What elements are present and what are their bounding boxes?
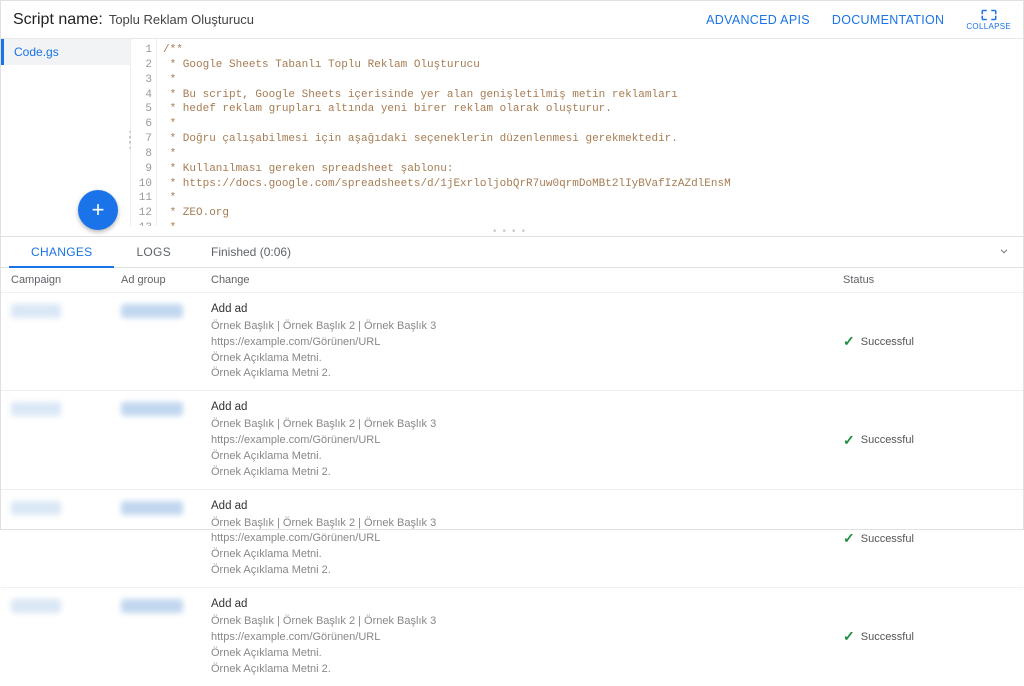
status-text: Successful (861, 533, 914, 545)
header-right: ADVANCED APIS DOCUMENTATION COLLAPSE (706, 8, 1011, 31)
change-line: Örnek Açıklama Metni 2. (211, 366, 843, 382)
code-line: * Bu script, Google Sheets içerisinde ye… (163, 89, 678, 101)
change-title: Add ad (211, 596, 843, 613)
col-header-change: Change (211, 274, 843, 286)
change-line: Örnek Açıklama Metni. (211, 646, 843, 662)
collapse-icon (980, 8, 998, 22)
change-line: https://example.com/Görünen/URL (211, 531, 843, 547)
change-line: Örnek Başlık | Örnek Başlık 2 | Örnek Ba… (211, 516, 843, 532)
code-line: * (163, 118, 176, 130)
change-title: Add ad (211, 399, 843, 416)
code-editor[interactable]: 1234567891011121314151617181920 /** * Go… (131, 39, 1023, 226)
cell-adgroup (121, 399, 211, 480)
code-line: * Google Sheets Tabanlı Toplu Reklam Olu… (163, 59, 480, 71)
advanced-apis-link[interactable]: ADVANCED APIS (706, 13, 810, 27)
code-line: * (163, 192, 176, 204)
plus-icon: + (92, 197, 105, 223)
change-line: Örnek Başlık | Örnek Başlık 2 | Örnek Ba… (211, 417, 843, 433)
cell-change: Add ad Örnek Başlık | Örnek Başlık 2 | Ö… (211, 399, 843, 480)
check-icon: ✓ (843, 333, 855, 350)
col-header-status: Status (843, 274, 1013, 286)
finished-status: Finished (0:06) (211, 245, 291, 259)
change-line: Örnek Açıklama Metni 2. (211, 465, 843, 481)
change-title: Add ad (211, 498, 843, 515)
documentation-link[interactable]: DOCUMENTATION (832, 13, 944, 27)
code-line: * (163, 74, 176, 86)
cell-campaign (11, 498, 121, 579)
vertical-resize-handle[interactable]: •••• (1, 226, 1023, 236)
script-name-label: Script name: (13, 11, 103, 29)
editor-area: Code.gs + ⋮⋮ 123456789101112131415161718… (1, 39, 1023, 226)
collapse-button[interactable]: COLLAPSE (966, 8, 1011, 31)
table-row: Add ad Örnek Başlık | Örnek Başlık 2 | Ö… (1, 390, 1023, 488)
table-row: Add ad Örnek Başlık | Örnek Başlık 2 | Ö… (1, 489, 1023, 587)
code-line: * ZEO.org (163, 207, 229, 219)
code-line: * Kullanılması gereken spreadsheet şablo… (163, 163, 453, 175)
file-tab-code[interactable]: Code.gs (1, 39, 130, 65)
change-line: Örnek Açıklama Metni. (211, 351, 843, 367)
change-line: Örnek Başlık | Örnek Başlık 2 | Örnek Ba… (211, 319, 843, 335)
file-sidebar: Code.gs + (1, 39, 131, 226)
code-line: * https://docs.google.com/spreadsheets/d… (163, 178, 731, 190)
table-row: Add ad Örnek Başlık | Örnek Başlık 2 | Ö… (1, 587, 1023, 685)
check-icon: ✓ (843, 628, 855, 645)
code-line: * hedef reklam grupları altında yeni bir… (163, 103, 612, 115)
cell-status: ✓ Successful (843, 596, 1013, 677)
status-text: Successful (861, 631, 914, 643)
table-row: Add ad Örnek Başlık | Örnek Başlık 2 | Ö… (1, 292, 1023, 390)
add-file-button[interactable]: + (78, 190, 118, 230)
cell-adgroup (121, 301, 211, 382)
header-bar: Script name: Toplu Reklam Oluşturucu ADV… (1, 1, 1023, 39)
header-left: Script name: Toplu Reklam Oluşturucu (13, 11, 254, 29)
line-gutter: 1234567891011121314151617181920 (131, 39, 157, 226)
code-line: * (163, 148, 176, 160)
cell-status: ✓ Successful (843, 399, 1013, 480)
col-header-adgroup: Ad group (121, 274, 211, 286)
cell-adgroup (121, 498, 211, 579)
code-line: * (163, 222, 176, 226)
change-line: https://example.com/Görünen/URL (211, 335, 843, 351)
col-header-campaign: Campaign (11, 274, 121, 286)
collapse-label: COLLAPSE (966, 22, 1011, 31)
cell-change: Add ad Örnek Başlık | Örnek Başlık 2 | Ö… (211, 596, 843, 677)
change-line: Örnek Başlık | Örnek Başlık 2 | Örnek Ba… (211, 614, 843, 630)
cell-change: Add ad Örnek Başlık | Örnek Başlık 2 | Ö… (211, 498, 843, 579)
check-icon: ✓ (843, 432, 855, 449)
code-line: * Doğru çalışabilmesi için aşağıdaki seç… (163, 133, 678, 145)
chevron-down-icon[interactable] (997, 244, 1011, 261)
change-line: https://example.com/Görünen/URL (211, 433, 843, 449)
cell-adgroup (121, 596, 211, 677)
check-icon: ✓ (843, 530, 855, 547)
results-header: Campaign Ad group Change Status (1, 268, 1023, 292)
status-text: Successful (861, 434, 914, 446)
tab-changes[interactable]: CHANGES (9, 238, 114, 268)
cell-campaign (11, 301, 121, 382)
output-tabs: CHANGES LOGS Finished (0:06) (1, 236, 1023, 268)
results-rows: Add ad Örnek Başlık | Örnek Başlık 2 | Ö… (1, 292, 1023, 686)
code-line: /** (163, 44, 183, 56)
cell-status: ✓ Successful (843, 301, 1013, 382)
cell-campaign (11, 399, 121, 480)
cell-campaign (11, 596, 121, 677)
code-content[interactable]: /** * Google Sheets Tabanlı Toplu Reklam… (157, 39, 1023, 226)
change-line: https://example.com/Görünen/URL (211, 630, 843, 646)
tab-logs[interactable]: LOGS (114, 237, 193, 267)
change-line: Örnek Açıklama Metni 2. (211, 563, 843, 579)
change-title: Add ad (211, 301, 843, 318)
change-line: Örnek Açıklama Metni. (211, 547, 843, 563)
cell-change: Add ad Örnek Başlık | Örnek Başlık 2 | Ö… (211, 301, 843, 382)
status-text: Successful (861, 336, 914, 348)
cell-status: ✓ Successful (843, 498, 1013, 579)
change-line: Örnek Açıklama Metni 2. (211, 662, 843, 678)
change-line: Örnek Açıklama Metni. (211, 449, 843, 465)
script-name-value[interactable]: Toplu Reklam Oluşturucu (109, 12, 254, 27)
